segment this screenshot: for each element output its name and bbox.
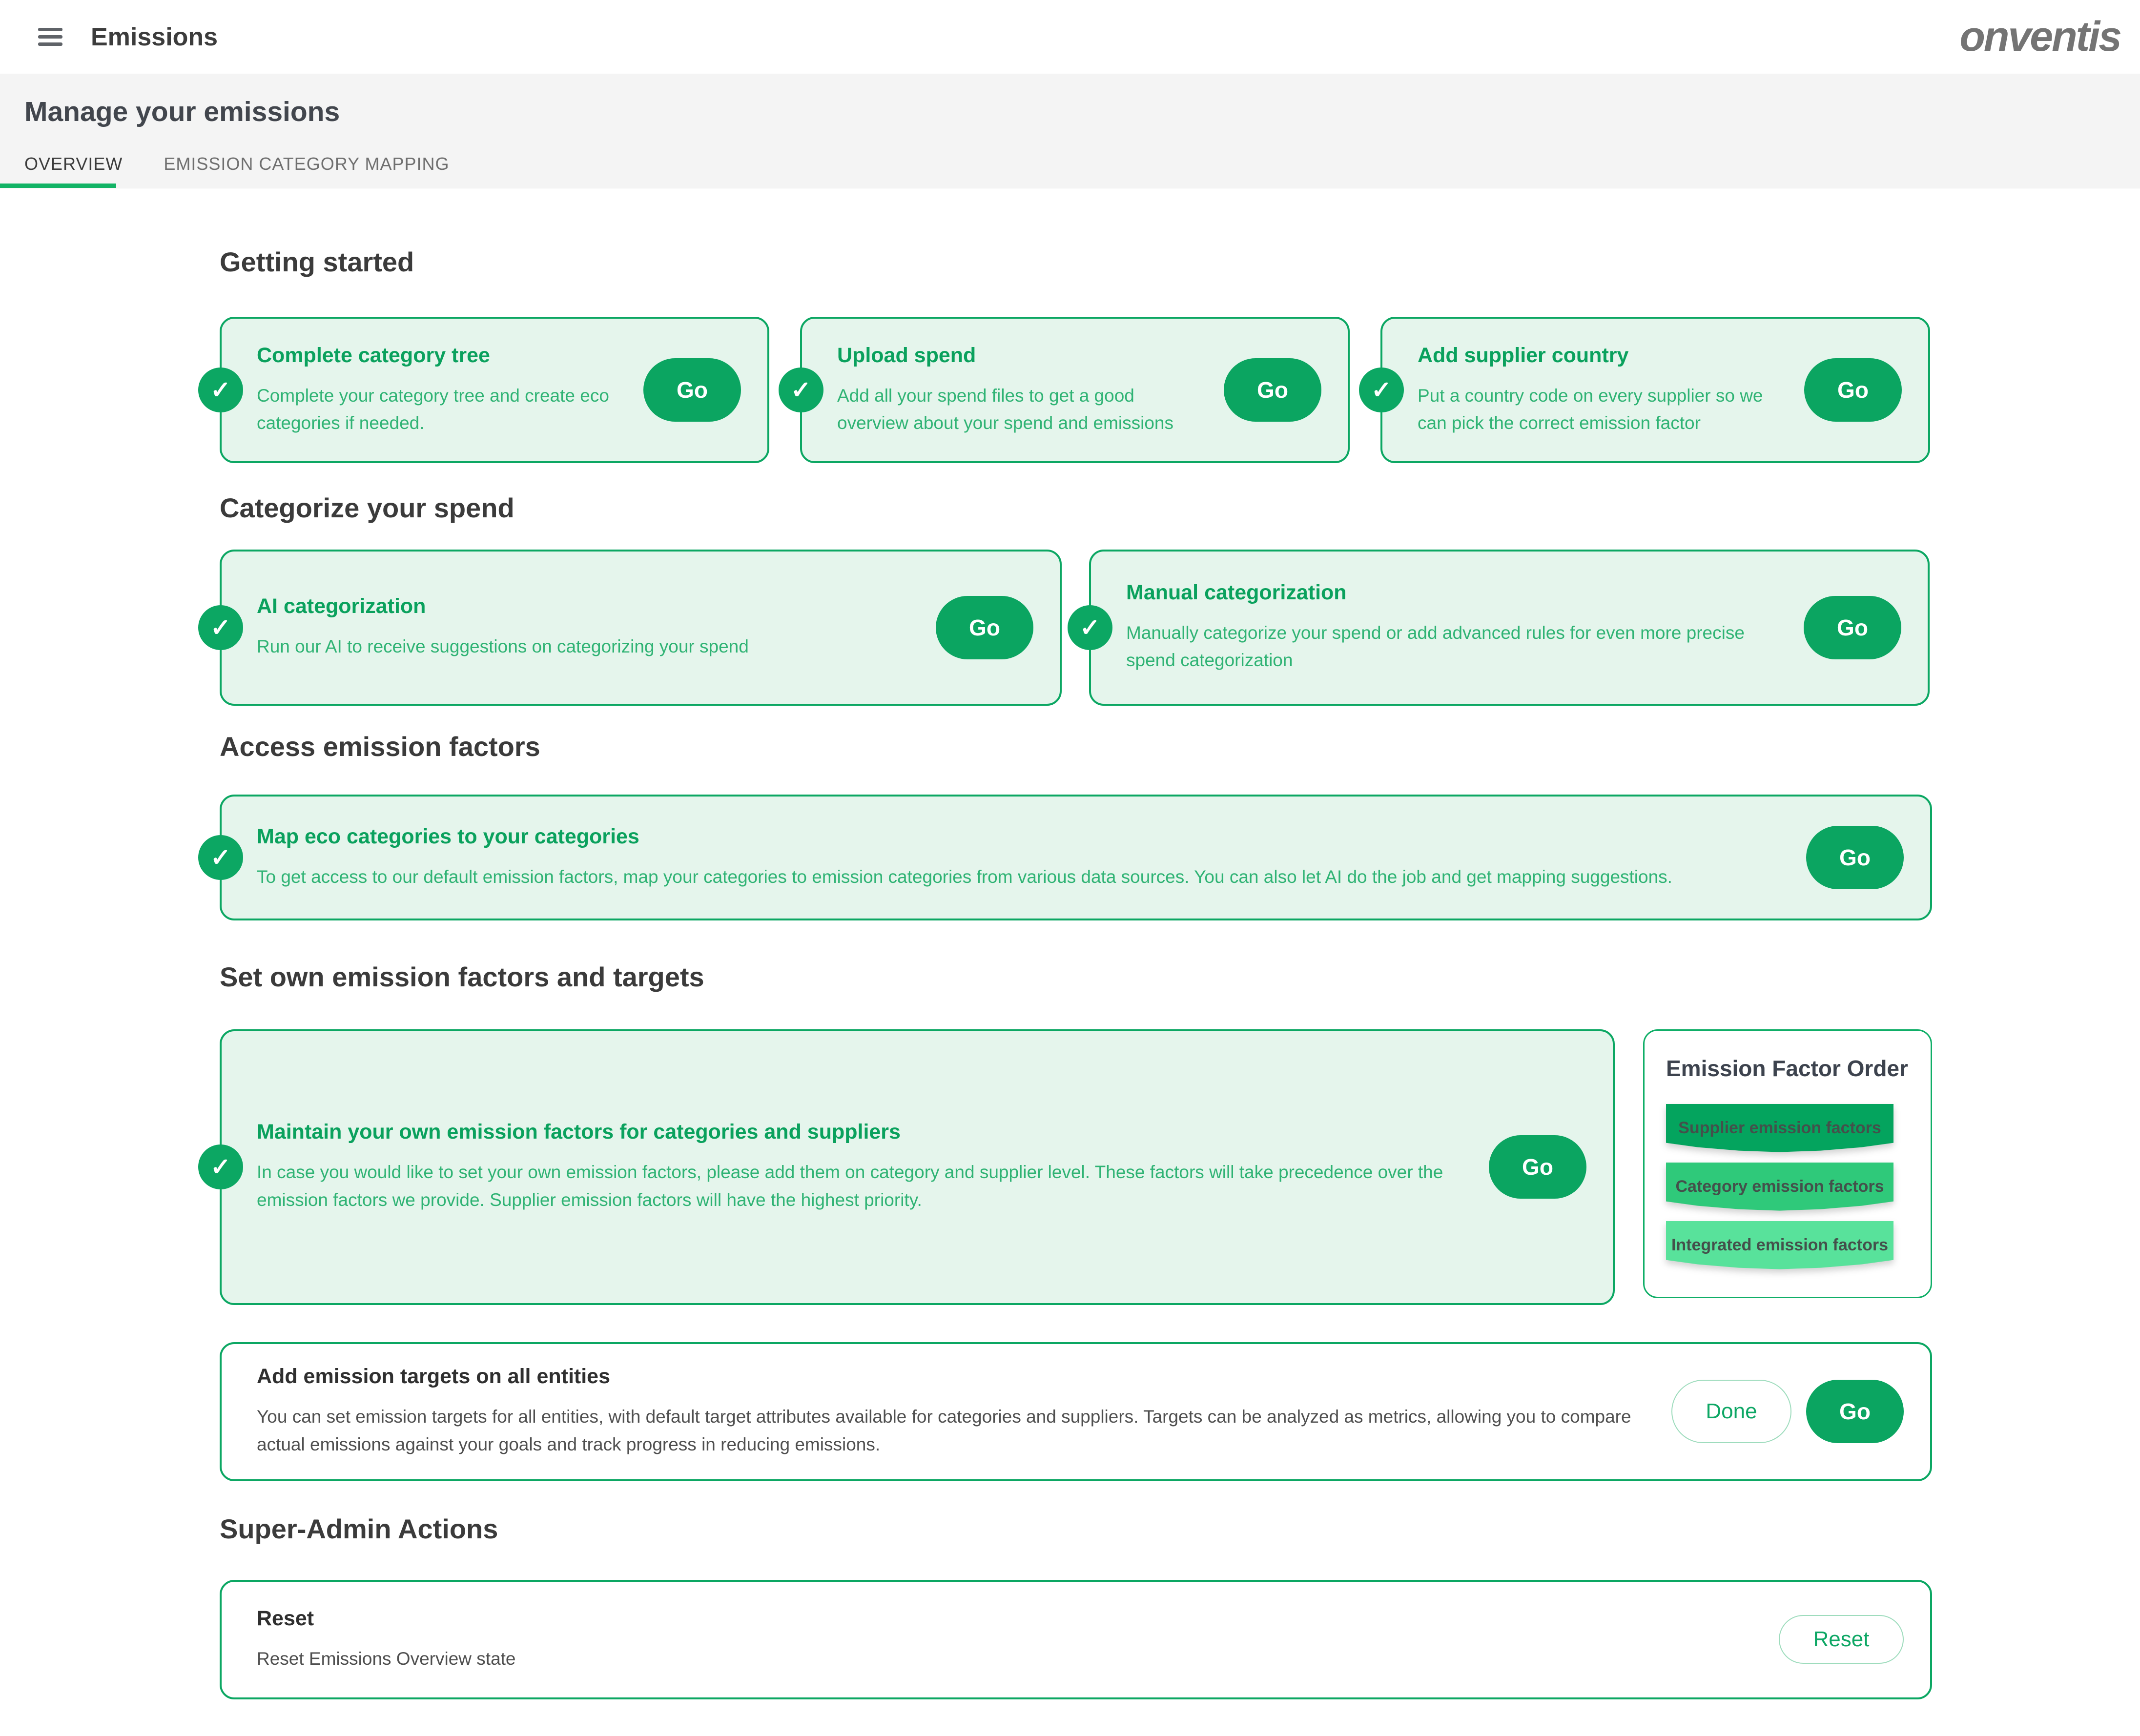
check-icon: ✓ xyxy=(779,368,823,412)
emission-factor-order-panel: Emission Factor Order Supplier emission … xyxy=(1643,1029,1932,1298)
go-button[interactable]: Go xyxy=(1489,1135,1586,1199)
check-icon: ✓ xyxy=(198,605,243,650)
go-button[interactable]: Go xyxy=(1806,1380,1904,1443)
active-tab-underline xyxy=(0,184,116,188)
go-button[interactable]: Go xyxy=(1806,826,1904,889)
card-title: Add supplier country xyxy=(1418,344,1790,368)
section-heading-super-admin-actions: Super-Admin Actions xyxy=(220,1513,2140,1545)
tab-overview[interactable]: OVERVIEW xyxy=(24,154,123,174)
card-description: Complete your category tree and create e… xyxy=(257,382,629,437)
check-icon: ✓ xyxy=(198,835,243,880)
card-upload-spend: ✓ Upload spend Add all your spend files … xyxy=(800,317,1350,463)
card-title: AI categorization xyxy=(257,594,921,618)
card-description: Run our AI to receive suggestions on cat… xyxy=(257,633,921,660)
check-icon: ✓ xyxy=(198,368,243,412)
go-button[interactable]: Go xyxy=(1804,358,1902,422)
go-button[interactable]: Go xyxy=(643,358,741,422)
main-content: Getting started ✓ Complete category tree… xyxy=(0,189,2140,1699)
section-heading-access-emission-factors: Access emission factors xyxy=(220,731,2140,762)
onventis-logo: onventis xyxy=(1959,13,2126,61)
access-cards: ✓ Map eco categories to your categories … xyxy=(220,795,2140,920)
section-heading-categorize-your-spend: Categorize your spend xyxy=(220,492,2140,524)
card-reset: Reset Reset Emissions Overview state Res… xyxy=(220,1580,1932,1699)
card-map-eco-categories: ✓ Map eco categories to your categories … xyxy=(220,795,1932,920)
card-actions: Reset xyxy=(1779,1615,1904,1664)
card-maintain-own-emission-factors: ✓ Maintain your own emission factors for… xyxy=(220,1029,1615,1305)
hamburger-menu-icon[interactable] xyxy=(38,28,62,46)
card-title: Upload spend xyxy=(837,344,1209,368)
section-heading-getting-started: Getting started xyxy=(220,246,2140,278)
card-description: In case you would like to set your own e… xyxy=(257,1159,1474,1213)
getting-started-cards: ✓ Complete category tree Complete your c… xyxy=(220,317,2140,463)
card-description: To get access to our default emission fa… xyxy=(257,863,1791,891)
card-description: Reset Emissions Overview state xyxy=(257,1645,1764,1673)
card-title: Maintain your own emission factors for c… xyxy=(257,1120,1474,1144)
categorize-cards: ✓ AI categorization Run our AI to receiv… xyxy=(220,550,2140,706)
set-own-row: ✓ Maintain your own emission factors for… xyxy=(220,1029,2140,1305)
check-icon: ✓ xyxy=(198,1144,243,1189)
tab-bar: OVERVIEW EMISSION CATEGORY MAPPING xyxy=(24,154,450,174)
top-bar: Emissions onventis xyxy=(0,0,2140,74)
done-button[interactable]: Done xyxy=(1671,1380,1791,1443)
ribbon-supplier-emission-factors: Supplier emission factors xyxy=(1666,1104,1893,1153)
targets-row: Add emission targets on all entities You… xyxy=(220,1342,2140,1481)
reset-button[interactable]: Reset xyxy=(1779,1615,1904,1664)
tab-emission-category-mapping[interactable]: EMISSION CATEGORY MAPPING xyxy=(164,154,449,174)
emission-factor-order-title: Emission Factor Order xyxy=(1666,1055,1931,1082)
card-description: Manually categorize your spend or add ad… xyxy=(1126,619,1789,674)
card-complete-category-tree: ✓ Complete category tree Complete your c… xyxy=(220,317,769,463)
section-heading-set-own-emission-factors: Set own emission factors and targets xyxy=(220,961,2140,993)
card-add-supplier-country: ✓ Add supplier country Put a country cod… xyxy=(1380,317,1930,463)
card-actions: Done Go xyxy=(1671,1380,1904,1443)
card-description: You can set emission targets for all ent… xyxy=(257,1403,1657,1458)
ribbon-category-emission-factors: Category emission factors xyxy=(1666,1163,1893,1211)
card-title: Complete category tree xyxy=(257,344,629,368)
card-add-emission-targets: Add emission targets on all entities You… xyxy=(220,1342,1932,1481)
card-title: Map eco categories to your categories xyxy=(257,825,1791,849)
card-description: Put a country code on every supplier so … xyxy=(1418,382,1790,437)
page-title: Manage your emissions xyxy=(24,96,340,128)
go-button[interactable]: Go xyxy=(1224,358,1321,422)
check-icon: ✓ xyxy=(1359,368,1404,412)
super-admin-row: Reset Reset Emissions Overview state Res… xyxy=(220,1580,2140,1699)
emission-factor-order-list: Supplier emission factors Category emiss… xyxy=(1666,1104,1931,1270)
go-button[interactable]: Go xyxy=(1804,596,1901,659)
card-title: Reset xyxy=(257,1607,1764,1631)
card-ai-categorization: ✓ AI categorization Run our AI to receiv… xyxy=(220,550,1062,706)
card-manual-categorization: ✓ Manual categorization Manually categor… xyxy=(1089,550,1930,706)
page-header: Manage your emissions OVERVIEW EMISSION … xyxy=(0,74,2140,188)
go-button[interactable]: Go xyxy=(936,596,1033,659)
check-icon: ✓ xyxy=(1068,605,1112,650)
card-title: Add emission targets on all entities xyxy=(257,1365,1657,1389)
card-title: Manual categorization xyxy=(1126,581,1789,605)
ribbon-integrated-emission-factors: Integrated emission factors xyxy=(1666,1221,1893,1270)
app-title: Emissions xyxy=(91,22,218,52)
card-description: Add all your spend files to get a good o… xyxy=(837,382,1209,437)
